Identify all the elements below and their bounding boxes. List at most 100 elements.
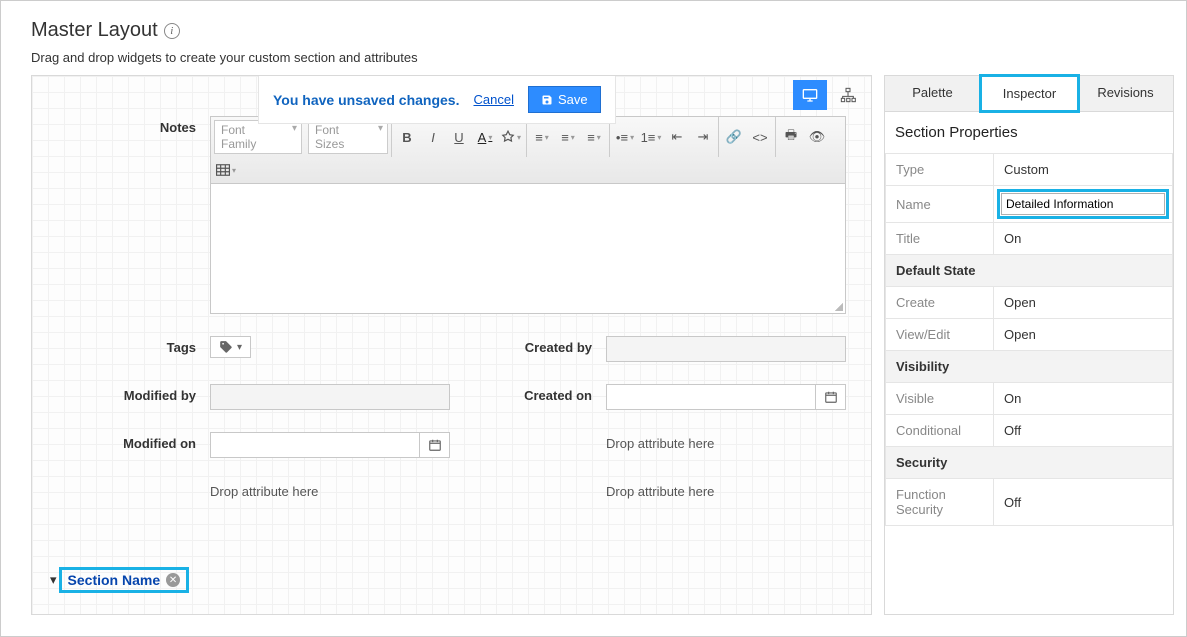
drop-attribute-zone[interactable]: Drop attribute here xyxy=(210,480,450,499)
drop-attribute-zone[interactable]: Drop attribute here xyxy=(606,611,846,615)
prop-create-value[interactable]: Open xyxy=(994,287,1173,319)
sidebar-tabs: Palette Inspector Revisions xyxy=(885,76,1173,112)
save-icon xyxy=(541,94,553,106)
richtext-toolbar: Font Family Font Sizes B I U A xyxy=(210,116,846,184)
tags-control[interactable]: ▾ xyxy=(210,336,251,358)
section-header[interactable]: ▾ Section Name ✕ xyxy=(50,567,871,593)
label-tags: Tags xyxy=(52,336,202,355)
prop-funcsec-value[interactable]: Off xyxy=(994,479,1173,526)
desktop-view-button[interactable] xyxy=(793,80,827,110)
modified-on-datepicker[interactable] xyxy=(420,432,450,458)
text-color-button[interactable]: A xyxy=(474,126,496,148)
drop-attribute-zone[interactable]: Drop attribute here xyxy=(210,611,450,615)
prop-visible-label: Visible xyxy=(886,383,994,415)
group-visibility: Visibility xyxy=(886,351,1173,383)
table-row: Title On xyxy=(886,223,1173,255)
prop-funcsec-label: Function Security xyxy=(886,479,994,526)
group-default-state: Default State xyxy=(886,255,1173,287)
underline-button[interactable]: U xyxy=(448,126,470,148)
bullet-list-button[interactable]: •≡ xyxy=(614,126,636,148)
sitemap-icon xyxy=(838,87,858,103)
table-row: Create Open xyxy=(886,287,1173,319)
tab-palette[interactable]: Palette xyxy=(885,76,981,111)
indent-right-button[interactable]: ⇥ xyxy=(692,126,714,148)
prop-name-input[interactable] xyxy=(1001,193,1165,215)
label-created-by: Created by xyxy=(458,336,598,355)
inspector-panel: Palette Inspector Revisions Section Prop… xyxy=(884,75,1174,615)
prop-type-value[interactable]: Custom xyxy=(994,154,1173,186)
group-security: Security xyxy=(886,447,1173,479)
prop-title-label: Title xyxy=(886,223,994,255)
prop-type-label: Type xyxy=(886,154,994,186)
monitor-icon xyxy=(800,87,820,103)
label-created-on: Created on xyxy=(458,384,598,403)
drop-attribute-zone[interactable]: Drop attribute here xyxy=(606,480,846,499)
prop-create-label: Create xyxy=(886,287,994,319)
print-button[interactable]: 🖶 xyxy=(780,126,802,148)
prop-title-value[interactable]: On xyxy=(994,223,1173,255)
save-button[interactable]: Save xyxy=(528,86,601,113)
table-row: Type Custom xyxy=(886,154,1173,186)
section-name-text: Section Name xyxy=(68,572,161,588)
modified-on-input[interactable] xyxy=(210,432,420,458)
align-center-button[interactable]: ≡ xyxy=(557,126,579,148)
tag-icon xyxy=(219,340,233,354)
align-left-button[interactable]: ≡ xyxy=(531,126,553,148)
table-icon xyxy=(216,164,230,176)
prop-visible-value[interactable]: On xyxy=(994,383,1173,415)
page-subtitle: Drag and drop widgets to create your cus… xyxy=(1,50,1186,75)
calendar-icon xyxy=(824,390,838,404)
label-notes: Notes xyxy=(52,116,202,135)
table-row: View/Edit Open xyxy=(886,319,1173,351)
collapse-caret-icon[interactable]: ▾ xyxy=(50,572,57,588)
page-title-text: Master Layout xyxy=(31,19,158,42)
page-title: Master Layout i xyxy=(31,19,1156,42)
outdent-button[interactable]: ⇤ xyxy=(666,126,688,148)
table-row: Name xyxy=(886,186,1173,223)
prop-conditional-value[interactable]: Off xyxy=(994,415,1173,447)
prop-name-highlight xyxy=(997,189,1169,219)
remove-section-button[interactable]: ✕ xyxy=(166,573,180,587)
font-size-select[interactable]: Font Sizes xyxy=(308,120,388,154)
calendar-icon xyxy=(428,438,442,452)
notes-editor[interactable]: Font Family Font Sizes B I U A xyxy=(210,116,846,314)
created-on-datepicker[interactable] xyxy=(816,384,846,410)
indent-button[interactable]: ≡ xyxy=(583,126,605,148)
preview-button[interactable]: 👁 xyxy=(806,126,828,148)
number-list-button[interactable]: 1≡ xyxy=(640,126,662,148)
modified-by-input[interactable] xyxy=(210,384,450,410)
prop-viewedit-value[interactable]: Open xyxy=(994,319,1173,351)
label-modified-by: Modified by xyxy=(52,384,202,403)
bold-button[interactable]: B xyxy=(396,126,418,148)
notes-textarea[interactable] xyxy=(210,184,846,314)
link-button[interactable]: 🔗 xyxy=(723,126,745,148)
structure-view-button[interactable] xyxy=(831,80,865,110)
table-row: Conditional Off xyxy=(886,415,1173,447)
prop-viewedit-label: View/Edit xyxy=(886,319,994,351)
section-name-selected[interactable]: Section Name ✕ xyxy=(59,567,190,593)
cancel-link[interactable]: Cancel xyxy=(473,92,513,107)
created-by-input[interactable] xyxy=(606,336,846,362)
code-button[interactable]: <> xyxy=(749,126,771,148)
tab-inspector[interactable]: Inspector xyxy=(979,74,1080,113)
properties-table: Type Custom Name Title On Default State xyxy=(885,153,1173,526)
unsaved-message: You have unsaved changes. xyxy=(273,92,459,108)
info-icon[interactable]: i xyxy=(164,23,180,39)
table-button[interactable] xyxy=(215,159,237,181)
italic-button[interactable]: I xyxy=(422,126,444,148)
prop-name-label: Name xyxy=(886,186,994,223)
table-row: Visibility xyxy=(886,351,1173,383)
device-toggle xyxy=(793,80,865,110)
highlight-button[interactable] xyxy=(500,126,522,148)
save-button-label: Save xyxy=(558,92,588,107)
created-on-input[interactable] xyxy=(606,384,816,410)
drop-attribute-zone[interactable]: Drop attribute here xyxy=(606,432,846,451)
tab-revisions[interactable]: Revisions xyxy=(1078,76,1173,111)
table-row: Default State xyxy=(886,255,1173,287)
table-row: Visible On xyxy=(886,383,1173,415)
highlight-icon xyxy=(501,130,515,144)
layout-canvas[interactable]: You have unsaved changes. Cancel Save No… xyxy=(31,75,872,615)
font-family-select[interactable]: Font Family xyxy=(214,120,302,154)
unsaved-changes-bar: You have unsaved changes. Cancel Save xyxy=(258,76,616,124)
section-properties-title: Section Properties xyxy=(885,112,1173,153)
